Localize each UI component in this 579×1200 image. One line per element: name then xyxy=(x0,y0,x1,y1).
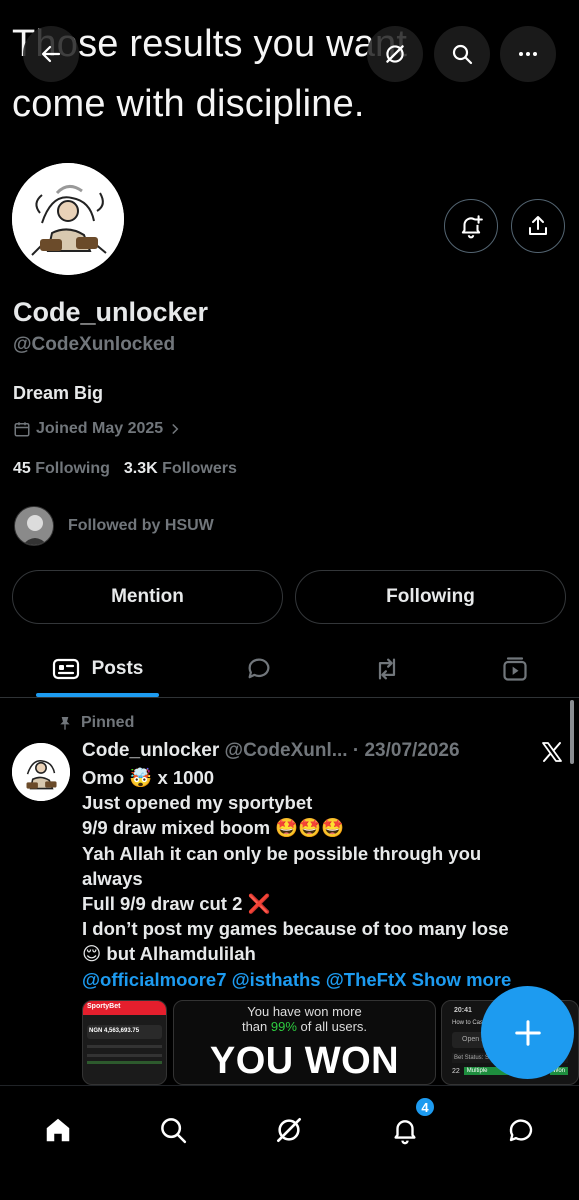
tab-posts-label: Posts xyxy=(91,658,144,679)
mention-button[interactable]: Mention xyxy=(12,570,283,624)
back-arrow-icon xyxy=(41,45,61,63)
search-icon xyxy=(161,1118,187,1144)
media-thumbnail-2[interactable]: You have won more than 99% of all users.… xyxy=(173,1000,436,1085)
post-line: Just opened my sportybet xyxy=(82,792,313,814)
show-more-link[interactable]: Show more xyxy=(412,969,512,990)
post-author-name: Code_unlocker xyxy=(82,740,220,761)
tab-posts[interactable]: Posts xyxy=(36,640,159,698)
bottom-nav xyxy=(0,1085,579,1200)
joined-date[interactable]: Joined May 2025 xyxy=(13,420,182,438)
calendar-icon xyxy=(14,422,30,437)
balance-label: NGN 4,563,693.75 xyxy=(87,1025,162,1039)
plus-icon xyxy=(514,1019,541,1046)
post-line: 9/9 draw mixed boom 🤩🤩🤩 xyxy=(82,817,345,839)
media-thumbnail-1[interactable]: SportyBet NGN 4,563,693.75 xyxy=(82,1000,167,1085)
post-line: I don’t post my games because of too man… xyxy=(82,918,509,940)
nav-messages[interactable] xyxy=(493,1102,549,1158)
banner-text: Those results you want come with discipl… xyxy=(12,23,408,125)
back-button[interactable] xyxy=(23,26,79,82)
reply-icon xyxy=(248,658,270,679)
follower-avatar xyxy=(14,506,54,546)
post-author-avatar[interactable] xyxy=(12,743,70,801)
won-subtitle: You have won more than 99% of all users. xyxy=(241,1004,368,1034)
grok-icon xyxy=(386,45,404,63)
profile-tabs: Posts xyxy=(0,640,579,698)
more-icon xyxy=(519,52,537,56)
sportybet-header: SportyBet xyxy=(83,1001,166,1015)
bio: Dream Big xyxy=(13,383,104,403)
tab-replies[interactable] xyxy=(230,640,288,698)
posts-icon xyxy=(52,658,79,680)
chat-icon xyxy=(509,1119,533,1142)
avatar-image xyxy=(12,163,124,275)
following-link[interactable]: 45 Following xyxy=(13,460,110,478)
grok-icon xyxy=(277,1118,301,1142)
nav-search[interactable] xyxy=(145,1102,201,1158)
share-button[interactable] xyxy=(511,199,565,253)
video-icon xyxy=(503,657,527,681)
following-button[interactable]: Following xyxy=(295,570,566,624)
more-button[interactable] xyxy=(500,26,556,82)
post-line: Yah Allah it can only be possible throug… xyxy=(82,842,482,864)
post-line: Full 9/9 draw cut 2 ❌ xyxy=(82,893,271,915)
post-text: Omo 🤯 x 1000 Just opened my sportybet 9/… xyxy=(82,765,560,992)
pinned-label: Pinned xyxy=(57,714,134,732)
pin-icon xyxy=(60,717,70,730)
post-author-meta: @CodeXunl... · 23/07/2026 xyxy=(224,740,460,761)
post-line: Omo 🤯 x 1000 xyxy=(82,767,215,788)
followed-by-text: Followed by HSUW xyxy=(68,517,214,534)
followers-link[interactable]: 3.3K Followers xyxy=(124,460,237,478)
followed-by[interactable]: Followed by HSUW xyxy=(14,506,214,546)
search-button[interactable] xyxy=(434,26,490,82)
nav-grok[interactable] xyxy=(261,1102,317,1158)
scrollbar[interactable] xyxy=(570,700,574,764)
repost-icon xyxy=(378,658,396,680)
grok-button[interactable] xyxy=(367,26,423,82)
nav-home[interactable] xyxy=(30,1102,86,1158)
notification-badge: 4 xyxy=(414,1096,436,1118)
compose-button[interactable] xyxy=(481,986,574,1079)
home-icon xyxy=(46,1118,70,1142)
profile-banner[interactable]: Those results you want come with discipl… xyxy=(0,0,579,150)
chevron-right-icon xyxy=(172,424,179,434)
notify-button[interactable] xyxy=(444,199,498,253)
post-mentions[interactable]: @officialmoore7 @isthaths @TheFtX xyxy=(82,969,406,990)
tab-reposts[interactable] xyxy=(358,640,416,698)
post-line: 😌 but Alhamdulilah xyxy=(82,943,256,965)
display-name: Code_unlocker xyxy=(13,297,209,327)
share-icon xyxy=(529,216,547,235)
bell-plus-icon xyxy=(461,215,483,239)
follow-stats: 45 Following 3.3K Followers xyxy=(13,460,237,478)
user-handle: @CodeXunlocked xyxy=(13,334,176,355)
you-won-text: YOU WON xyxy=(209,1040,400,1082)
profile-avatar[interactable] xyxy=(12,163,124,275)
post-header[interactable]: Code_unlocker @CodeXunl... · 23/07/2026 xyxy=(82,740,460,762)
search-icon xyxy=(452,44,473,65)
tab-media[interactable] xyxy=(486,640,544,698)
bell-icon xyxy=(394,1120,416,1145)
tab-active-indicator xyxy=(36,693,159,697)
joined-label: Joined May 2025 xyxy=(36,420,164,437)
post-line: always xyxy=(82,867,143,889)
